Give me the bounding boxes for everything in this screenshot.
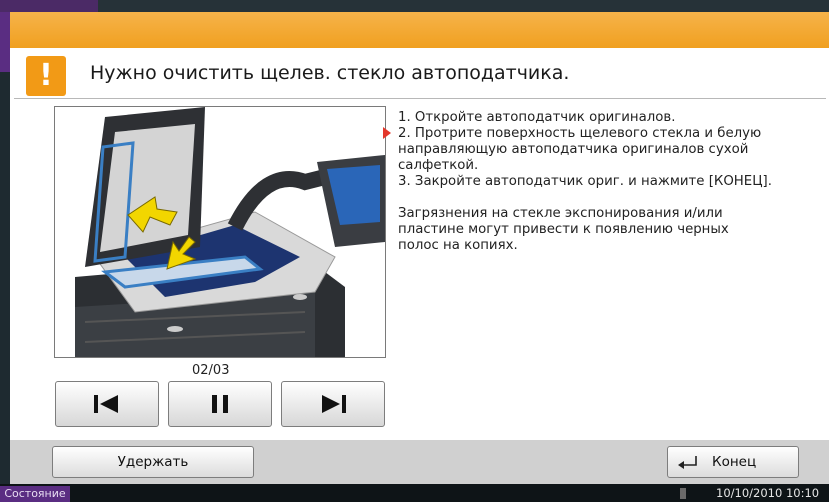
pause-button[interactable] bbox=[168, 381, 272, 427]
end-button-label: Конец bbox=[712, 454, 757, 470]
memory-card-icon bbox=[680, 488, 686, 499]
status-bar bbox=[0, 484, 829, 502]
cleaning-illustration bbox=[54, 106, 386, 358]
top-bar-accent bbox=[0, 0, 98, 12]
instruction-step-1: 1. Откройте автоподатчик оригиналов. bbox=[398, 110, 676, 125]
dialog-title: Нужно очистить щелев. стекло автоподатчи… bbox=[90, 62, 570, 84]
pause-icon bbox=[212, 395, 228, 413]
instructions-text: 1. Откройте автоподатчик оригиналов. 2. … bbox=[398, 110, 818, 254]
copier-illustration bbox=[75, 107, 385, 357]
skip-back-icon bbox=[94, 395, 118, 413]
page-indicator: 02/03 bbox=[192, 363, 230, 378]
status-button[interactable]: Состояние bbox=[0, 486, 70, 502]
return-arrow-icon bbox=[678, 456, 697, 469]
end-button[interactable]: Конец bbox=[667, 446, 799, 478]
warning-exclamation-icon: ! bbox=[26, 56, 66, 96]
hold-button-label: Удержать bbox=[117, 454, 189, 470]
hold-button[interactable]: Удержать bbox=[52, 446, 254, 478]
current-step-pointer-icon bbox=[383, 127, 391, 139]
instruction-step-2: 2. Протрите поверхность щелевого стекла … bbox=[398, 126, 762, 173]
skip-back-button[interactable] bbox=[55, 381, 159, 427]
skip-forward-icon bbox=[322, 395, 346, 413]
instruction-step-3: 3. Закройте автоподатчик ориг. и нажмите… bbox=[398, 174, 772, 189]
top-bar bbox=[0, 0, 829, 12]
skip-forward-button[interactable] bbox=[281, 381, 385, 427]
left-accent-strip bbox=[0, 12, 10, 72]
status-datetime: 10/10/2010 10:10 bbox=[716, 486, 820, 500]
title-divider bbox=[14, 98, 826, 99]
dialog-header-bar bbox=[10, 12, 829, 48]
instruction-note: Загрязнения на стекле экспонирования и/и… bbox=[398, 206, 729, 253]
